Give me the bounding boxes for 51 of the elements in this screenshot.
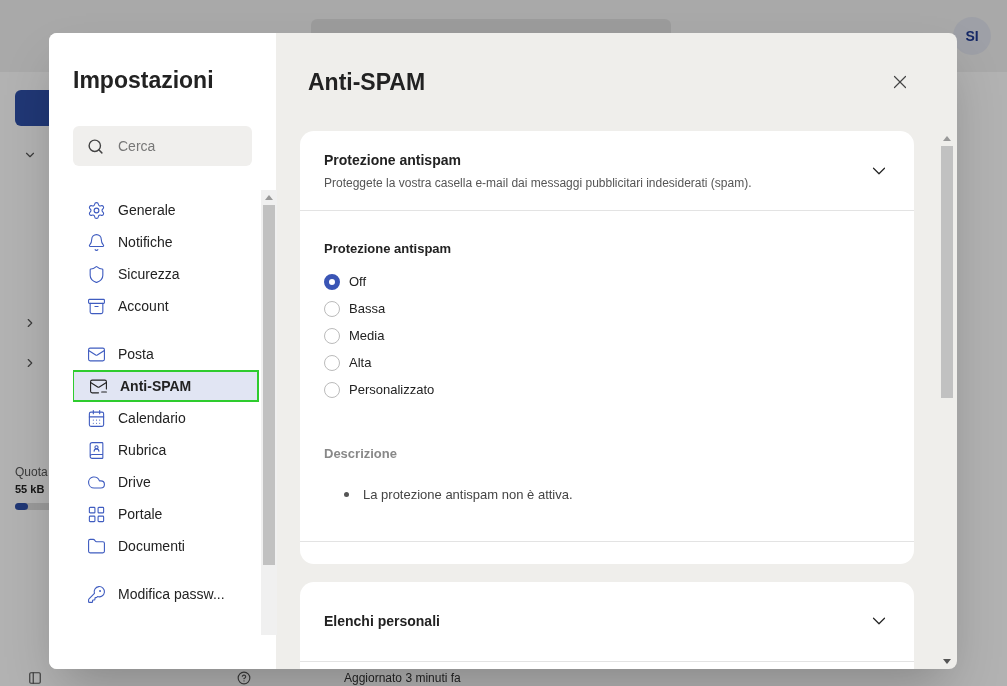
section-header[interactable]: Elenchi personali [300,581,914,662]
shield-icon [87,264,106,284]
nav-item[interactable]: Generale [73,194,259,226]
nav-item[interactable]: Portale [73,498,259,530]
tray-icon [87,296,106,316]
folder-icon [87,536,106,556]
calendar-icon [87,408,106,428]
description-label: Descrizione [324,444,398,463]
nav-item[interactable]: Rubrica [73,434,259,466]
nav-item[interactable]: Modifica passw... [73,578,259,610]
section-header[interactable]: Protezione antispam Proteggete la vostra casella e-mail dai messaggi pubblicitari indesiderati (spam). [300,131,914,211]
nav-item[interactable]: Drive [73,466,259,498]
field-label: Protezione antispam [324,240,453,258]
avatar[interactable]: SI [953,17,991,55]
status-text: Aggiornato 3 minuti fa [344,669,461,686]
nav-item[interactable]: Notifiche [73,226,259,258]
nav-item[interactable]: Anti-SPAM [73,370,259,402]
settings-title: Impostazioni [73,69,215,92]
radio-label: Off [349,273,367,292]
search-icon [87,137,104,155]
search-field[interactable]: Cerca [73,126,252,166]
radio-label: Alta [349,354,372,373]
sidebar-toggle-icon[interactable] [28,670,42,685]
grid-icon [87,504,106,524]
section-subtitle: Proteggete la vostra casella e-mail dai messaggi pubblicitari indesiderati (spam). [324,174,752,192]
nav-item[interactable]: Account [73,290,259,322]
radio-label: Media [349,327,385,346]
quota-value: 55 kB [15,482,45,497]
section-title: Protezione antispam [324,150,462,170]
scroll-up-icon[interactable] [943,136,951,141]
nav-item[interactable]: Posta [73,338,259,370]
radio-button[interactable] [324,274,340,290]
quota-label: Quota [15,464,48,481]
nav-item[interactable]: Documenti [73,530,259,562]
scroll-up-icon[interactable] [265,195,273,200]
help-icon[interactable] [237,670,251,685]
nav-item[interactable]: Calendario [73,402,259,434]
bell-icon [87,232,106,252]
key-icon [87,584,106,604]
radio-label: Personalizzato [349,381,435,400]
settings-icon [87,200,106,220]
bullet-icon [344,492,349,498]
scroll-down-icon[interactable] [943,659,951,664]
radio-label: Bassa [349,300,386,319]
contact-book-icon [87,440,106,460]
nav-item[interactable]: Sicurezza [73,258,259,290]
description-text: La protezione antispam non è attiva. [363,486,573,504]
panel-title: Anti-SPAM [308,67,426,97]
section-title: Elenchi personali [324,611,440,631]
scrollbar[interactable] [261,190,277,635]
search-placeholder: Cerca [118,136,156,156]
